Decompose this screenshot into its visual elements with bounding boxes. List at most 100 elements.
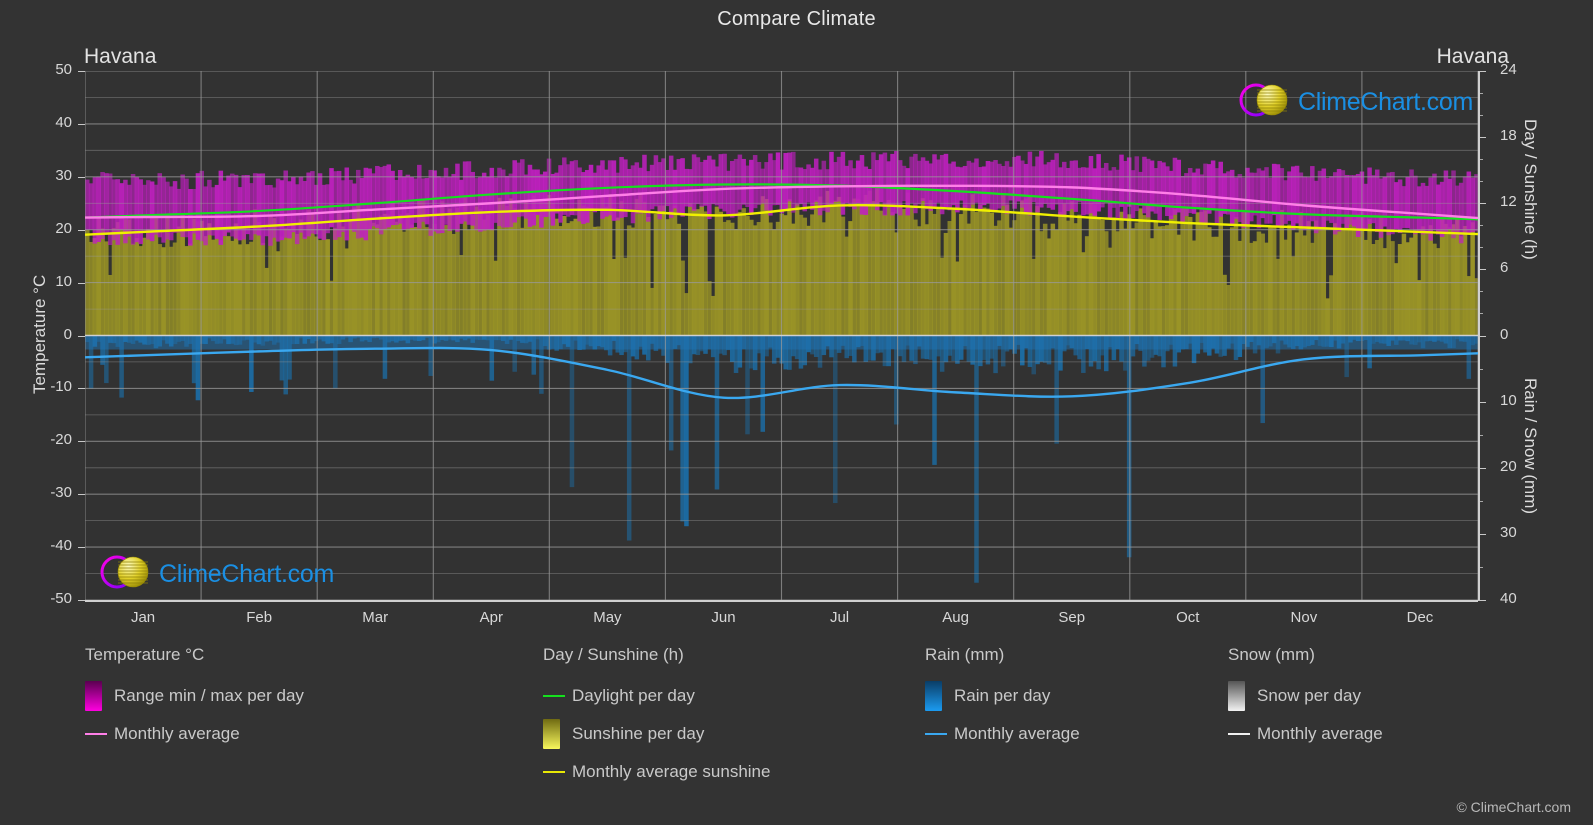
y-tick-left: 20 (55, 219, 72, 237)
legend-heading: Temperature °C (85, 645, 205, 664)
plot-area (85, 71, 1478, 600)
copyright-text: © ClimeChart.com (1456, 799, 1571, 815)
x-tick-jun: Jun (711, 609, 736, 626)
y-tick-right-mm: 20 (1500, 457, 1517, 475)
x-tick-jul: Jul (829, 609, 850, 626)
legend-line-marker (1228, 733, 1250, 735)
legend-item[interactable]: Range min / max per day (85, 677, 304, 715)
y-tick-left: -30 (50, 484, 72, 502)
y-tick-mark-left (78, 547, 85, 549)
y-tick-left: -10 (50, 378, 72, 396)
climechart-logo-plot: ClimeChart.com (95, 552, 334, 597)
x-tick-nov: Nov (1290, 609, 1318, 626)
legend-label: Sunshine per day (572, 724, 705, 743)
y-tick-left: -50 (50, 590, 72, 607)
legend-column-rain-mm: Rain (mm) Rain per day Monthly average (925, 645, 1080, 753)
legend-heading: Snow (mm) (1228, 645, 1315, 664)
y-tick-left: 30 (55, 166, 72, 184)
y-tick-mark-left (78, 123, 85, 125)
legend-line-swatch (543, 771, 565, 773)
legend-swatch (543, 719, 560, 749)
legend-item[interactable]: Monthly average (1228, 715, 1383, 753)
y-tick-right-hours: 6 (1500, 259, 1509, 277)
y-tick-left: 0 (63, 325, 72, 343)
y-tick-mark-left (78, 388, 85, 390)
legend-item[interactable]: Monthly average (925, 715, 1080, 753)
legend-column-day-sunshine-h: Day / Sunshine (h) Daylight per day Sunshi… (543, 645, 770, 791)
x-tick-feb: Feb (246, 609, 273, 626)
climechart-logo-text: ClimeChart.com (159, 560, 334, 588)
city-label-right: Havana (1436, 45, 1509, 68)
y-tick-right-mm: 30 (1500, 523, 1517, 541)
y-tick-left: 50 (55, 61, 72, 78)
legend-line-swatch (925, 733, 947, 735)
legend-line-swatch (543, 695, 565, 697)
y-tick-right-hours: 18 (1500, 127, 1517, 145)
y-tick-mark-left (78, 71, 85, 72)
y-tick-mark-left (78, 441, 85, 443)
legend-label: Monthly average sunshine (572, 762, 771, 781)
y-tick-left: 40 (55, 113, 72, 131)
climechart-logo-watermark: ClimeChart.com (1234, 80, 1473, 125)
legend-label: Monthly average (1257, 724, 1383, 743)
legend-label: Daylight per day (572, 686, 695, 705)
legend-label: Range min / max per day (114, 686, 304, 705)
y-tick-right-hours: 24 (1500, 61, 1517, 78)
x-tick-mar: Mar (362, 609, 389, 626)
y-tick-left: -20 (50, 431, 72, 449)
y-tick-right-hours: 12 (1500, 193, 1517, 211)
legend-label: Rain per day (954, 686, 1051, 705)
legend: Temperature °C Range min / max per day Mon… (0, 645, 1593, 825)
y-tick-mark-left (78, 494, 85, 496)
climechart-watermark-icon (1234, 80, 1296, 125)
x-tick-sep: Sep (1058, 609, 1086, 626)
legend-swatch (1228, 681, 1245, 711)
legend-swatch (925, 681, 942, 711)
right-axis-spine (1478, 71, 1480, 600)
legend-heading: Rain (mm) (925, 645, 1005, 664)
x-tick-oct: Oct (1176, 609, 1200, 626)
climechart-logo-icon (95, 552, 157, 597)
legend-label: Monthly average (114, 724, 240, 743)
legend-label: Snow per day (1257, 686, 1361, 705)
y-tick-mark-left (78, 229, 85, 231)
legend-line-marker (543, 695, 565, 697)
y-tick-mark-right (1478, 600, 1486, 601)
climate-chart-page: Compare Climate Havana Havana ClimeChart… (0, 0, 1593, 825)
y-tick-right-mm: 10 (1500, 391, 1517, 409)
x-tick-may: May (593, 609, 622, 626)
y-tick-mark-left (78, 176, 85, 178)
legend-item[interactable]: Sunshine per day (543, 715, 770, 753)
legend-item[interactable]: Rain per day (925, 677, 1080, 715)
x-tick-dec: Dec (1406, 609, 1434, 626)
y-tick-left: 10 (55, 272, 72, 290)
y-tick-left: -40 (50, 537, 72, 555)
y-tick-right-hours: 0 (1500, 325, 1509, 343)
legend-item[interactable]: Monthly average sunshine (543, 753, 770, 791)
y-tick-right-mm: 40 (1500, 590, 1517, 607)
x-tick-jan: Jan (130, 609, 156, 626)
legend-line-marker (543, 771, 565, 773)
climechart-watermark-text: ClimeChart.com (1298, 88, 1473, 116)
x-tick-apr: Apr (479, 609, 503, 626)
y-tick-mark-left (78, 600, 85, 601)
legend-line-swatch (85, 733, 107, 735)
legend-column-snow-mm: Snow (mm) Snow per day Monthly average (1228, 645, 1383, 753)
legend-item[interactable]: Snow per day (1228, 677, 1383, 715)
city-label-left: Havana (84, 45, 157, 68)
legend-heading: Day / Sunshine (h) (543, 645, 684, 664)
page-title: Compare Climate (717, 8, 876, 30)
legend-line-swatch (1228, 733, 1250, 735)
legend-label: Monthly average (954, 724, 1080, 743)
y-tick-mark-left (78, 282, 85, 284)
y-tick-mark-left (78, 335, 85, 337)
plot-svg (85, 71, 1478, 600)
legend-line-marker (85, 733, 107, 735)
legend-item[interactable]: Monthly average (85, 715, 304, 753)
x-tick-aug: Aug (942, 609, 969, 626)
legend-swatch (85, 681, 102, 711)
legend-line-marker (925, 733, 947, 735)
x-axis-spine (85, 600, 1478, 602)
legend-column-temperature-c: Temperature °C Range min / max per day Mon… (85, 645, 304, 753)
legend-item[interactable]: Daylight per day (543, 677, 770, 715)
